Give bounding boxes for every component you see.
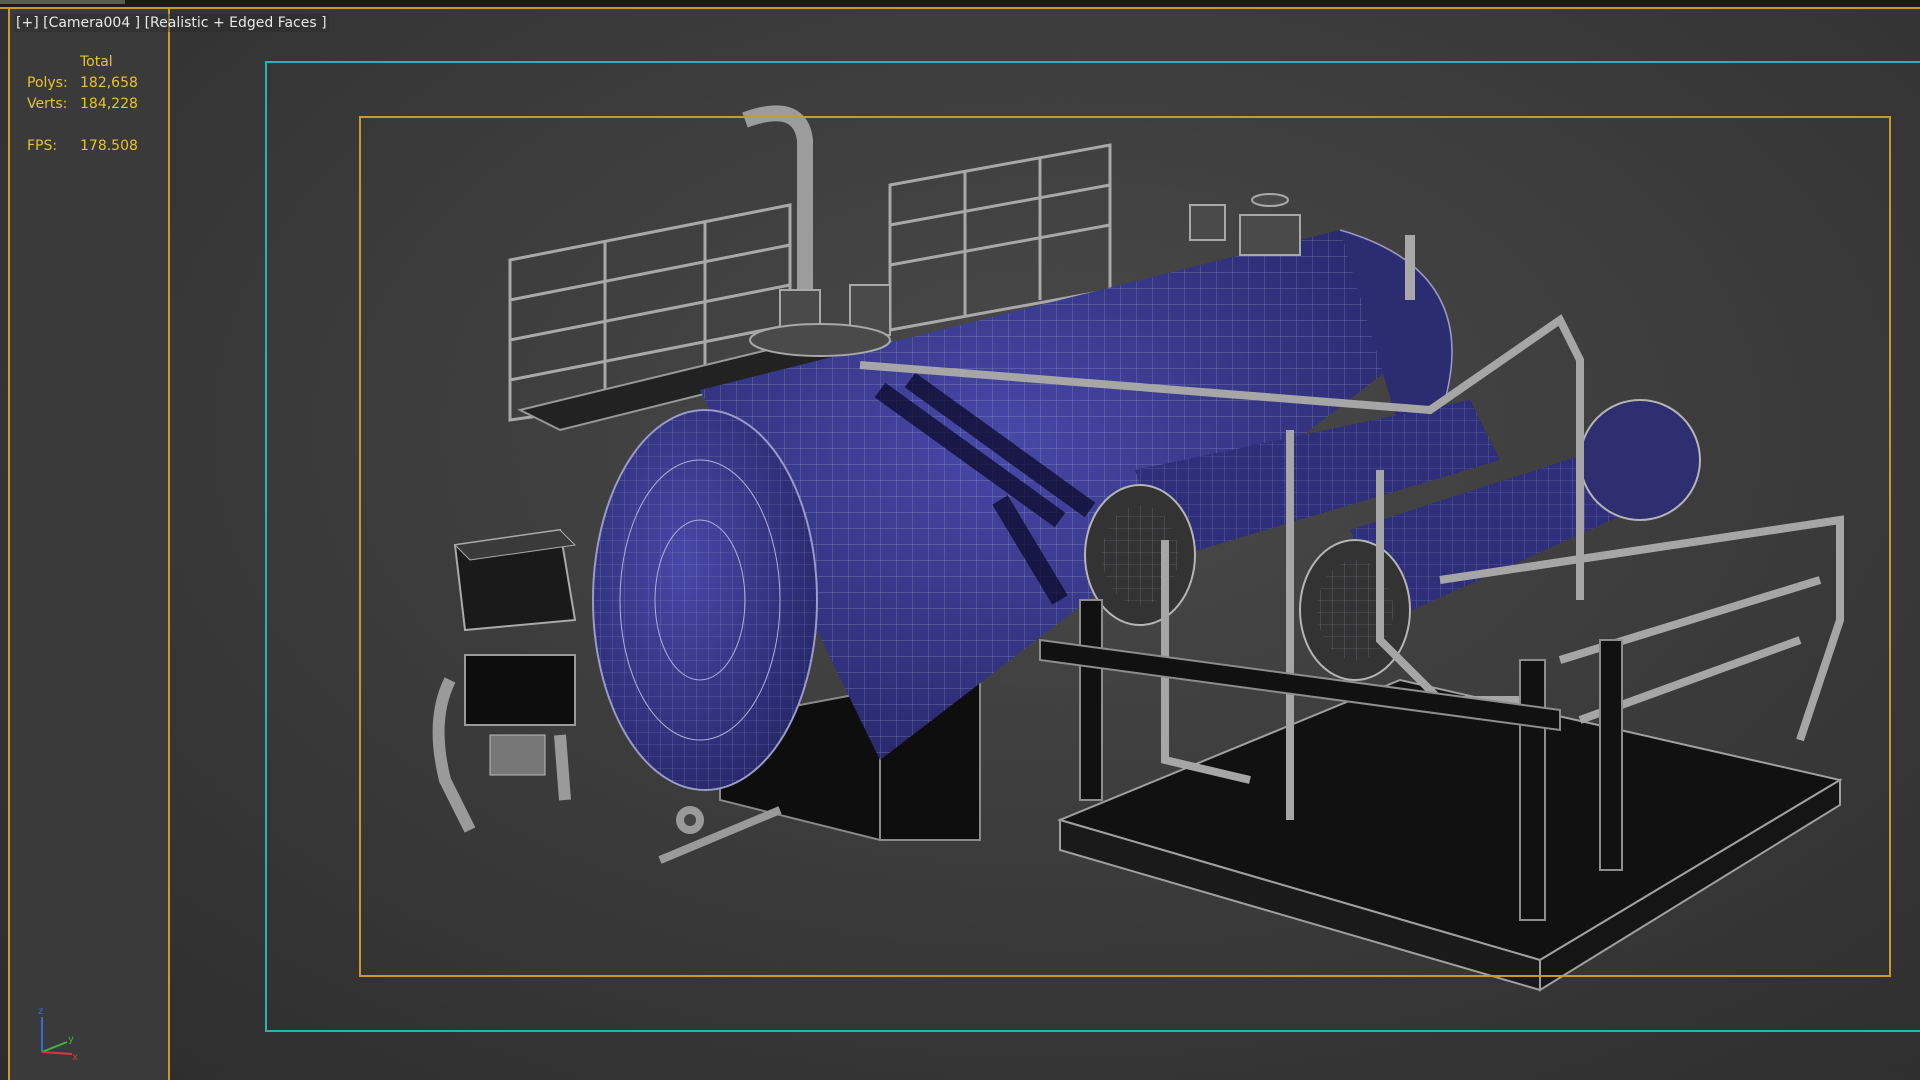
axis-y-line xyxy=(41,1041,68,1053)
render-frame xyxy=(359,116,1891,977)
axis-z-label: z xyxy=(38,1006,43,1017)
axis-x-line xyxy=(41,1051,73,1055)
axis-y-label: y xyxy=(68,1034,74,1045)
axis-tripod-icon: z y x xyxy=(38,1006,78,1062)
axis-x-label: x xyxy=(72,1052,78,1062)
